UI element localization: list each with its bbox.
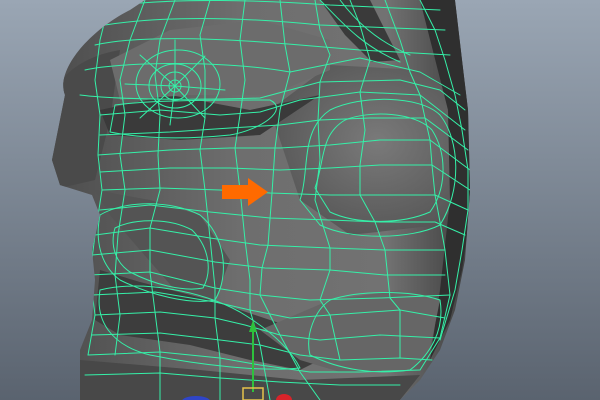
character-mesh[interactable] <box>48 0 472 400</box>
3d-viewport[interactable] <box>0 0 600 400</box>
viewport-scene[interactable] <box>0 0 600 400</box>
